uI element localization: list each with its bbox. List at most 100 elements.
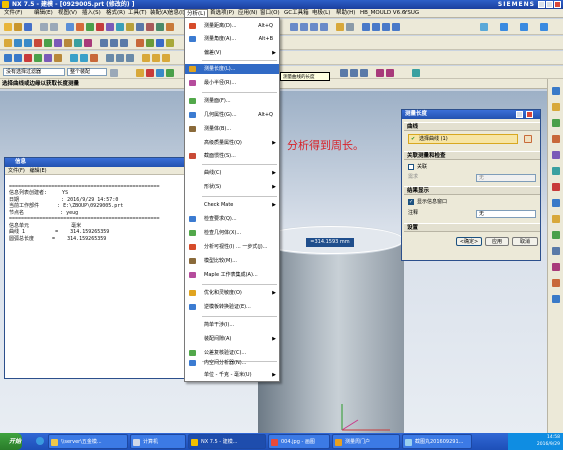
task-computer[interactable]: 计算机 bbox=[130, 434, 186, 449]
menu-item-section-inertia[interactable]: 截面惯性(S)... bbox=[185, 151, 279, 161]
menu-insert[interactable]: 插入(S) bbox=[80, 9, 103, 18]
show-info-checkbox[interactable]: ✓ bbox=[408, 199, 414, 205]
open-file-icon[interactable] bbox=[14, 23, 22, 31]
task-nx[interactable]: NX 7.5 - 建模... bbox=[188, 434, 266, 449]
dialog-reset-button[interactable] bbox=[516, 111, 523, 118]
split-body-icon[interactable] bbox=[80, 54, 88, 62]
extrude-icon[interactable] bbox=[76, 23, 84, 31]
minimize-button[interactable] bbox=[538, 1, 545, 8]
quicklaunch-ie-icon[interactable] bbox=[36, 437, 44, 445]
offset-face-icon[interactable] bbox=[44, 54, 52, 62]
pull-face-icon[interactable] bbox=[14, 54, 22, 62]
menu-format[interactable]: 格式(R) bbox=[104, 9, 127, 18]
bridge-curve-icon[interactable] bbox=[74, 39, 82, 47]
boolean-icon[interactable] bbox=[106, 23, 114, 31]
menu-item-measure-distance[interactable]: 测量距离(D)... Alt+Q bbox=[185, 21, 279, 31]
menu-item-maple[interactable]: Maple 工作表集成(A)... bbox=[185, 270, 279, 280]
new-file-icon[interactable] bbox=[4, 23, 12, 31]
system-scenes-icon[interactable] bbox=[552, 231, 560, 239]
snap-on-face-icon[interactable] bbox=[386, 69, 394, 77]
expression-icon[interactable] bbox=[166, 39, 174, 47]
part-navigator-icon[interactable] bbox=[552, 119, 560, 127]
hd3d-icon[interactable] bbox=[552, 295, 560, 303]
datum-csys-icon[interactable] bbox=[120, 39, 128, 47]
snap-intersection-icon[interactable] bbox=[350, 69, 358, 77]
select-curve-field[interactable]: ✔ 选择曲线 (1) bbox=[408, 134, 518, 144]
intersect-curve-icon[interactable] bbox=[84, 39, 92, 47]
snap-center-icon[interactable] bbox=[166, 69, 174, 77]
measure-distance-icon[interactable] bbox=[142, 54, 150, 62]
lighting-icon[interactable] bbox=[540, 23, 548, 31]
shaded-icon[interactable] bbox=[336, 23, 344, 31]
draft-icon[interactable] bbox=[70, 54, 78, 62]
transform-icon[interactable] bbox=[146, 39, 154, 47]
task-portal[interactable]: 测量周门户 bbox=[332, 434, 400, 449]
selection-filter-icon[interactable] bbox=[110, 69, 118, 77]
snap-mid-icon[interactable] bbox=[156, 69, 164, 77]
info-text-area[interactable]: ========================================… bbox=[5, 175, 184, 257]
info-menu-edit[interactable]: 编辑(E) bbox=[30, 168, 47, 174]
cancel-button[interactable]: 取消 bbox=[512, 237, 538, 246]
menu-edit[interactable]: 编辑(E) bbox=[32, 9, 55, 18]
undo-icon[interactable] bbox=[40, 23, 48, 31]
view-right-icon[interactable] bbox=[310, 23, 318, 31]
edit-parameters-icon[interactable] bbox=[106, 54, 114, 62]
shell-icon[interactable] bbox=[136, 23, 144, 31]
hole-icon[interactable] bbox=[96, 23, 104, 31]
clock-date[interactable]: 2016/9/29 bbox=[508, 441, 560, 448]
scope-select[interactable]: 整个装配 bbox=[67, 68, 107, 76]
section-associative[interactable]: 关联测量和检查 bbox=[404, 151, 540, 160]
apply-button[interactable]: 应用 bbox=[485, 237, 509, 246]
datum-axis-icon[interactable] bbox=[110, 39, 118, 47]
circle-icon[interactable] bbox=[34, 39, 42, 47]
trim-icon[interactable] bbox=[166, 23, 174, 31]
menu-item-check-mate[interactable]: Check Mate ▶ bbox=[185, 200, 279, 210]
snap-end-icon[interactable] bbox=[146, 69, 154, 77]
reuse-library-icon[interactable] bbox=[552, 135, 560, 143]
spline-icon[interactable] bbox=[44, 39, 52, 47]
menu-item-advanced-mass[interactable]: 高级质量属性(Q) ▶ bbox=[185, 138, 279, 148]
mirror-icon[interactable] bbox=[156, 23, 164, 31]
menu-item-model-compare[interactable]: 模型比较(M)... bbox=[185, 256, 279, 266]
menu-view[interactable]: 视图(V) bbox=[56, 9, 79, 18]
sync-move-icon[interactable] bbox=[4, 54, 12, 62]
assembly-navigator-icon[interactable] bbox=[552, 87, 560, 95]
material-icon[interactable] bbox=[520, 23, 528, 31]
menu-item-simple-interference[interactable]: 简单干涉(I)... bbox=[185, 320, 279, 330]
wireframe-icon[interactable] bbox=[346, 23, 354, 31]
line-icon[interactable] bbox=[14, 39, 22, 47]
point-icon[interactable] bbox=[4, 39, 12, 47]
offset-curve-icon[interactable] bbox=[54, 39, 62, 47]
pattern-icon[interactable] bbox=[146, 23, 154, 31]
menu-item-measure-body[interactable]: 测量体(B)... bbox=[185, 124, 279, 134]
pan-icon[interactable] bbox=[392, 23, 400, 31]
note-select[interactable]: 无 bbox=[476, 210, 536, 218]
measure-length-icon[interactable] bbox=[152, 54, 160, 62]
section-settings[interactable]: 设置 bbox=[404, 223, 540, 232]
sketch-icon[interactable] bbox=[66, 23, 74, 31]
associative-checkbox[interactable] bbox=[408, 164, 414, 170]
menu-ysug[interactable]: YSUG bbox=[402, 9, 421, 18]
rotate-icon[interactable] bbox=[382, 23, 390, 31]
wcs-icon[interactable] bbox=[156, 39, 164, 47]
filter-select[interactable]: 没有选择过滤器 bbox=[3, 68, 65, 76]
sew-icon[interactable] bbox=[90, 54, 98, 62]
render-icon[interactable] bbox=[500, 23, 508, 31]
menu-item-units[interactable]: 单位 - 千克 - 毫米(U) ▶ bbox=[185, 370, 279, 380]
menu-item-measure-face[interactable]: 测量面(F)... bbox=[185, 96, 279, 106]
view-iso-icon[interactable] bbox=[320, 23, 328, 31]
resize-blend-icon[interactable] bbox=[54, 54, 62, 62]
unsuppress-icon[interactable] bbox=[126, 54, 134, 62]
menu-item-shape[interactable]: 形状(S) ▶ bbox=[185, 182, 279, 192]
menu-hb-mould[interactable]: HB_MOULD V6.6 bbox=[358, 9, 407, 18]
snap-existing-icon[interactable] bbox=[412, 69, 420, 77]
history-icon[interactable] bbox=[552, 151, 560, 159]
delete-face-icon[interactable] bbox=[24, 54, 32, 62]
section-curve[interactable]: 曲线 bbox=[404, 122, 540, 131]
curve-selection-icon[interactable] bbox=[524, 135, 532, 143]
task-paint[interactable]: 004.jpg - 画图 bbox=[268, 434, 330, 449]
manufacturing-wizard-icon[interactable] bbox=[552, 199, 560, 207]
process-studio-icon[interactable] bbox=[552, 183, 560, 191]
view-front-icon[interactable] bbox=[290, 23, 298, 31]
layer-icon[interactable] bbox=[480, 23, 488, 31]
